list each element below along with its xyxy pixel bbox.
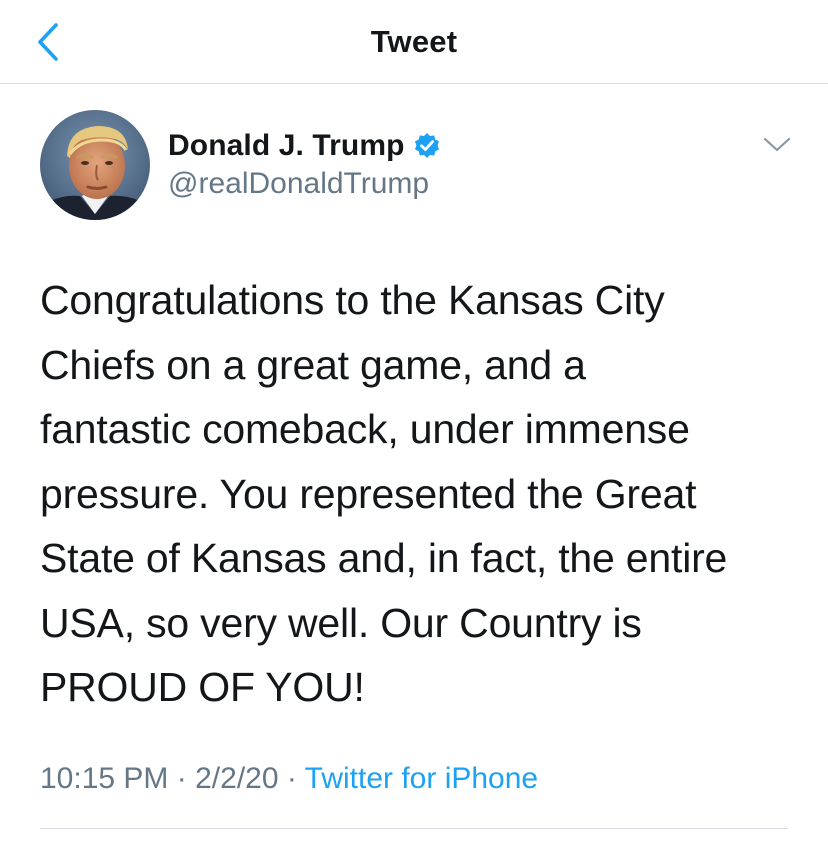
- navigation-bar: Tweet: [0, 0, 828, 84]
- verified-badge-icon: [414, 133, 439, 158]
- tweet-metadata: 10:15 PM · 2/2/20 · Twitter for iPhone: [40, 762, 538, 796]
- author-handle[interactable]: @realDonaldTrump: [168, 167, 429, 201]
- author-name: Donald J. Trump: [168, 129, 405, 162]
- divider: [40, 828, 788, 829]
- tweet-detail-screen: Tweet Donald J. Trump @realDonaldTrump C…: [0, 0, 828, 848]
- tweet-date: 2/2/20: [195, 762, 279, 795]
- meta-separator: ·: [286, 762, 297, 795]
- author-name-row[interactable]: Donald J. Trump: [168, 126, 441, 166]
- meta-separator: ·: [176, 762, 187, 795]
- tweet-text: Congratulations to the Kansas City Chief…: [40, 277, 728, 710]
- page-title: Tweet: [370, 24, 458, 59]
- avatar[interactable]: [40, 110, 150, 220]
- tweet-options-button[interactable]: [760, 130, 794, 160]
- avatar-image: [40, 110, 150, 220]
- tweet-source-link[interactable]: Twitter for iPhone: [305, 762, 538, 795]
- chevron-down-icon: [763, 137, 791, 152]
- tweet-time: 10:15 PM: [40, 762, 169, 795]
